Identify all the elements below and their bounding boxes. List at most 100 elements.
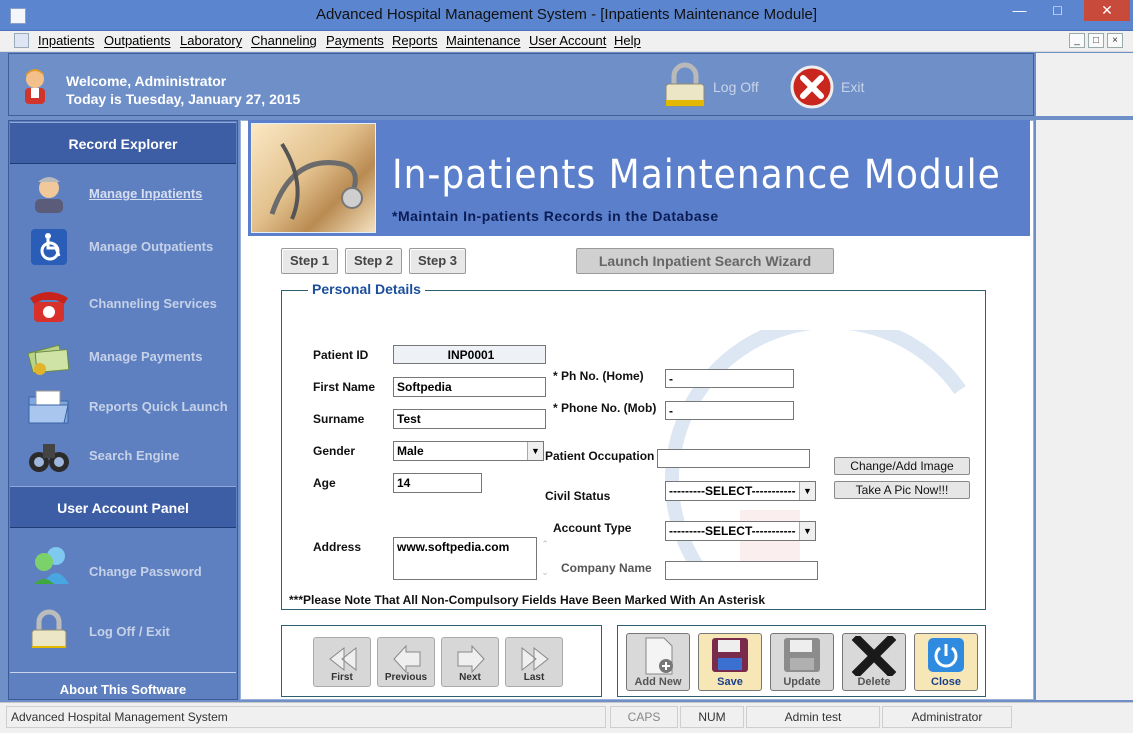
previous-arrow-icon [393, 644, 421, 674]
user-avatar-icon [25, 69, 45, 104]
sidebar-item-manage-outpatients[interactable]: Manage Outpatients [8, 223, 236, 271]
chevron-down-icon[interactable]: ▼ [527, 442, 543, 460]
sidebar-item-manage-payments[interactable]: Manage Payments [8, 333, 236, 381]
menu-help[interactable]: Help [614, 33, 641, 48]
company-name-label: Company Name [561, 561, 652, 575]
previous-record-button[interactable]: Previous [377, 637, 435, 687]
chevron-down-icon[interactable]: ▼ [799, 482, 815, 500]
delete-button[interactable]: Delete [842, 633, 906, 691]
title-bar: Advanced Hospital Management System - [I… [0, 0, 1133, 31]
sidebar-item-change-password[interactable]: Change Password [8, 540, 236, 600]
action-label: Delete [857, 676, 891, 688]
civil-status-label: Civil Status [545, 489, 611, 503]
surname-label: Surname [313, 412, 365, 426]
binoculars-icon [29, 444, 69, 472]
mdi-restore-icon[interactable]: □ [1088, 33, 1104, 48]
new-document-icon [645, 637, 673, 675]
sidebar-item-logoff-exit[interactable]: Log Off / Exit [8, 604, 236, 658]
status-bar: Advanced Hospital Management System CAPS… [0, 702, 1133, 733]
maximize-icon[interactable]: □ [1044, 0, 1071, 21]
sidebar-item-reports-quick-launch[interactable]: Reports Quick Launch [8, 383, 236, 431]
address-label: Address [313, 540, 362, 554]
age-label: Age [313, 476, 336, 490]
mdi-app-icon[interactable] [14, 33, 29, 48]
users-icon [34, 547, 69, 584]
sidebar-item-search-engine[interactable]: Search Engine [8, 432, 236, 480]
module-title: In-patients Maintenance Module [392, 152, 1001, 198]
first-arrow-icon [329, 646, 357, 672]
close-window-button[interactable]: ✕ [1084, 0, 1130, 21]
sidebar-label: Reports Quick Launch [89, 399, 228, 414]
account-type-value: ---------SELECT----------- [669, 524, 796, 538]
sidebar-item-manage-inpatients[interactable]: Manage Inpatients [8, 170, 236, 218]
step-1-button[interactable]: Step 1 [281, 248, 338, 274]
menu-maintenance[interactable]: Maintenance [446, 33, 520, 48]
civil-status-select[interactable]: ---------SELECT----------- ▼ [665, 481, 816, 501]
address-scrollbar[interactable]: ⌃ ⌄ [538, 537, 552, 580]
money-icon [27, 344, 70, 375]
next-arrow-icon [457, 644, 485, 674]
save-button[interactable]: Save [698, 633, 762, 691]
menu-channeling[interactable]: Channeling [251, 33, 317, 48]
update-button[interactable]: Update [770, 633, 834, 691]
header-filler [1036, 53, 1133, 116]
status-num: NUM [680, 706, 744, 728]
menu-user-account[interactable]: User Account [529, 33, 606, 48]
step-3-button[interactable]: Step 3 [409, 248, 466, 274]
nav-label: Next [459, 672, 481, 683]
gender-select[interactable]: Male ▼ [393, 441, 544, 461]
sidebar-label: Manage Payments [89, 349, 203, 364]
exit-icon[interactable] [790, 65, 834, 109]
menu-reports[interactable]: Reports [392, 33, 438, 48]
logoff-link[interactable]: Log Off [713, 79, 759, 95]
patient-id-label: Patient ID [313, 348, 369, 362]
close-button[interactable]: Close [914, 633, 978, 691]
sidebar-item-channeling-services[interactable]: Channeling Services [8, 280, 236, 328]
lock-icon[interactable] [662, 62, 708, 110]
menu-inpatients[interactable]: Inpatients [38, 33, 94, 48]
date-text: Today is Tuesday, January 27, 2015 [66, 91, 301, 107]
mdi-close-icon[interactable]: × [1107, 33, 1123, 48]
exit-link[interactable]: Exit [841, 79, 864, 95]
update-disk-icon [784, 638, 820, 672]
next-record-button[interactable]: Next [441, 637, 499, 687]
last-record-button[interactable]: Last [505, 637, 563, 687]
gender-label: Gender [313, 444, 356, 458]
group-title: Personal Details [308, 281, 425, 297]
last-arrow-icon [521, 646, 549, 672]
mdi-minimize-icon[interactable]: _ [1069, 33, 1085, 48]
action-label: Close [931, 676, 961, 688]
menu-laboratory[interactable]: Laboratory [180, 33, 242, 48]
welcome-text: Welcome, Administrator [66, 73, 227, 89]
sidebar-label: Log Off / Exit [89, 624, 170, 639]
company-name-input[interactable] [665, 561, 818, 580]
add-new-button[interactable]: Add New [626, 633, 690, 691]
occupation-input[interactable] [657, 449, 810, 468]
change-image-button[interactable]: Change/Add Image [834, 457, 970, 475]
minimize-icon[interactable]: — [1006, 0, 1033, 21]
first-record-button[interactable]: First [313, 637, 371, 687]
nav-label: Last [523, 672, 545, 683]
about-software-link[interactable]: About This Software [10, 682, 236, 697]
step-2-button[interactable]: Step 2 [345, 248, 402, 274]
phone-home-label: * Ph No. (Home) [553, 369, 644, 383]
menu-bar: Inpatients Outpatients Laboratory Channe… [0, 31, 1133, 52]
age-input[interactable]: 14 [393, 473, 482, 493]
menu-payments[interactable]: Payments [326, 33, 384, 48]
menu-outpatients[interactable]: Outpatients [104, 33, 171, 48]
phone-home-input[interactable]: - [665, 369, 794, 388]
launch-search-wizard-button[interactable]: Launch Inpatient Search Wizard [576, 248, 834, 274]
power-icon [928, 638, 964, 672]
phone-mob-input[interactable]: - [665, 401, 794, 420]
chevron-down-icon[interactable]: ▼ [799, 522, 815, 540]
action-label: Update [783, 676, 821, 688]
take-pic-button[interactable]: Take A Pic Now!!! [834, 481, 970, 499]
phone-mob-label: * Phone No. (Mob) [553, 401, 657, 415]
surname-input[interactable]: Test [393, 409, 546, 429]
first-name-input[interactable]: Softpedia [393, 377, 546, 397]
stethoscope-image [251, 123, 376, 233]
lock-icon [31, 609, 67, 648]
divider [10, 672, 236, 673]
account-type-select[interactable]: ---------SELECT----------- ▼ [665, 521, 816, 541]
address-textarea[interactable]: www.softpedia.com [393, 537, 537, 580]
